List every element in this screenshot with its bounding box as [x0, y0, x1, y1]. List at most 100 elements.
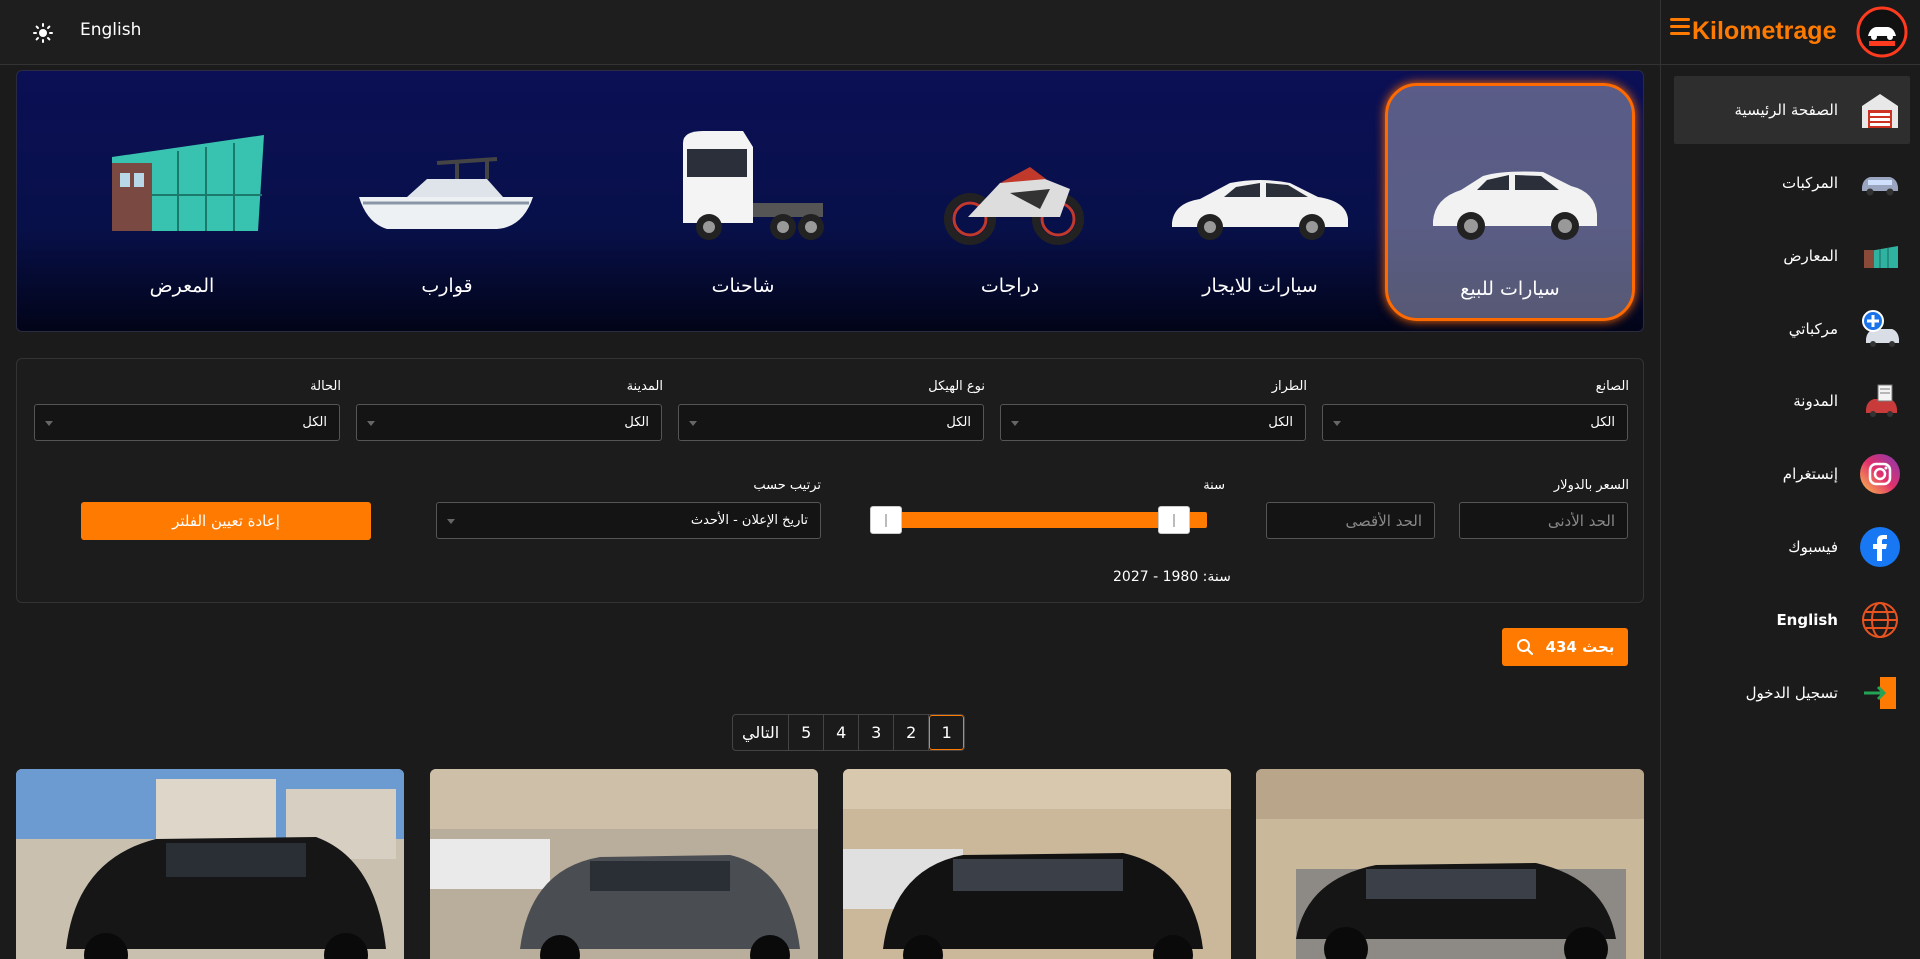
sidebar-item-label: الصفحة الرئيسية [1734, 101, 1839, 119]
listing-card[interactable] [16, 769, 404, 959]
sidebar-item-label: تسجيل الدخول [1745, 684, 1838, 702]
brand-name[interactable]: Kilometrage [1692, 17, 1836, 46]
brand-header: Kilometrage [1660, 0, 1920, 65]
sidebar-item-vehicles[interactable]: المركبات [1674, 149, 1910, 217]
add-vehicle-icon [1862, 310, 1899, 347]
listing-card[interactable] [1256, 769, 1644, 959]
pagination-page-3[interactable]: 3 [859, 715, 895, 750]
sidebar-item-blog[interactable]: المدونة [1674, 367, 1910, 435]
globe-icon [1862, 602, 1898, 638]
city-label: المدينة [626, 379, 663, 394]
pagination-page-5[interactable]: 5 [789, 715, 825, 750]
category-cars-for-sale[interactable]: سيارات للبيع [1385, 83, 1635, 321]
listing-photo [843, 769, 1231, 959]
year-min-handle[interactable] [870, 506, 902, 534]
listing-card[interactable] [430, 769, 818, 959]
sidebar-item-language[interactable]: English [1674, 586, 1910, 654]
model-select-value: الكل [1268, 415, 1293, 430]
condition-select-value: الكل [302, 415, 327, 430]
hamburger-menu-icon[interactable] [1670, 18, 1690, 38]
price-min-input[interactable] [1459, 502, 1628, 539]
year-max-handle[interactable] [1158, 506, 1190, 534]
login-icon [1864, 677, 1896, 709]
sidebar-item-label: المركبات [1781, 174, 1838, 192]
pagination-page-2[interactable]: 2 [894, 715, 930, 750]
sidebar-item-label: المعارض [1783, 247, 1838, 265]
category-showroom[interactable]: المعرض [57, 83, 307, 321]
category-motorcycles[interactable]: دراجات [885, 83, 1135, 321]
listing-photo [1256, 769, 1644, 959]
body-type-select-value: الكل [946, 415, 971, 430]
sidebar-item-home[interactable]: الصفحة الرئيسية [1674, 76, 1910, 144]
pagination-page-1[interactable]: 1 [929, 715, 965, 750]
language-switch[interactable]: English [80, 20, 141, 40]
suv-icon [1433, 171, 1597, 240]
facebook-icon [1860, 527, 1900, 567]
body-type-select[interactable]: الكل [678, 404, 984, 441]
chevron-down-icon [367, 421, 375, 426]
listing-photo [430, 769, 818, 959]
reset-filter-button[interactable]: إعادة تعيين الفلتر [81, 502, 371, 540]
sidebar-item-showrooms[interactable]: المعارض [1674, 222, 1910, 290]
sidebar-item-label: إنستغرام [1782, 465, 1838, 483]
category-banner: سيارات للبيع سيارات للايجار دراجات شاحنا… [16, 70, 1644, 332]
search-button[interactable]: بحث 434 [1502, 628, 1628, 666]
category-label: قوارب [421, 275, 473, 297]
sort-label: ترتيب حسب [753, 478, 821, 493]
pagination-next[interactable]: التالي [733, 715, 790, 750]
search-icon [1516, 639, 1533, 656]
top-bar: English [0, 0, 1660, 65]
condition-label: الحالة [310, 379, 341, 394]
price-label: السعر بالدولار [1553, 478, 1629, 493]
city-select-value: الكل [624, 415, 649, 430]
sidebar-item-instagram[interactable]: إنستغرام [1674, 440, 1910, 508]
pagination-page-4[interactable]: 4 [824, 715, 860, 750]
make-label: الصانع [1595, 379, 1629, 394]
sidebar-item-label: فيسبوك [1788, 538, 1838, 556]
year-label: سنة [1203, 478, 1225, 493]
search-button-label: بحث 434 [1545, 638, 1615, 656]
sidebar-item-facebook[interactable]: فيسبوك [1674, 513, 1910, 581]
filter-panel: الصانع الطراز نوع الهيكل المدينة الحالة … [16, 358, 1644, 603]
chevron-down-icon [1333, 421, 1341, 426]
category-label: دراجات [980, 275, 1040, 297]
listing-photo [16, 769, 404, 959]
chevron-down-icon [447, 519, 455, 524]
sidebar-item-login[interactable]: تسجيل الدخول [1674, 659, 1910, 727]
instagram-icon [1860, 454, 1900, 494]
sidebar-item-my-vehicles[interactable]: مركباتي [1674, 295, 1910, 363]
city-select[interactable]: الكل [356, 404, 662, 441]
make-select-value: الكل [1590, 415, 1615, 430]
motorcycle-icon [944, 167, 1084, 245]
category-boats[interactable]: قوارب [322, 83, 572, 321]
truck-icon [683, 131, 824, 240]
sort-select[interactable]: تاريخ الإعلان - الأحدث [436, 502, 821, 539]
category-label: سيارات للايجار [1202, 275, 1318, 297]
chevron-down-icon [45, 421, 53, 426]
chevron-down-icon [689, 421, 697, 426]
sun-icon[interactable] [32, 22, 54, 44]
category-label: المعرض [149, 275, 215, 297]
category-cars-for-rent[interactable]: سيارات للايجار [1135, 83, 1385, 321]
category-label: شاحنات [711, 275, 775, 297]
model-select[interactable]: الكل [1000, 404, 1306, 441]
price-max-input[interactable] [1266, 502, 1435, 539]
car-icon [1862, 177, 1898, 196]
pagination: التالي 5 4 3 2 1 [732, 714, 966, 751]
logo-icon[interactable] [1856, 6, 1908, 58]
showroom-icon [1864, 246, 1898, 268]
sidebar: Kilometrage الصفحة الرئيسية المركبات الم… [1660, 0, 1920, 959]
model-label: الطراز [1271, 379, 1307, 394]
make-select[interactable]: الكل [1322, 404, 1628, 441]
condition-select[interactable]: الكل [34, 404, 340, 441]
showroom-icon [112, 135, 264, 231]
chevron-down-icon [1011, 421, 1019, 426]
body-type-label: نوع الهيكل [928, 379, 985, 394]
category-label: سيارات للبيع [1460, 278, 1560, 300]
garage-icon [1862, 94, 1898, 128]
sidebar-item-label: English [1776, 611, 1838, 629]
sidebar-item-label: المدونة [1793, 392, 1838, 410]
year-range-text: سنة: 1980 - 2027 [1113, 569, 1231, 585]
category-trucks[interactable]: شاحنات [618, 83, 868, 321]
listing-card[interactable] [843, 769, 1231, 959]
